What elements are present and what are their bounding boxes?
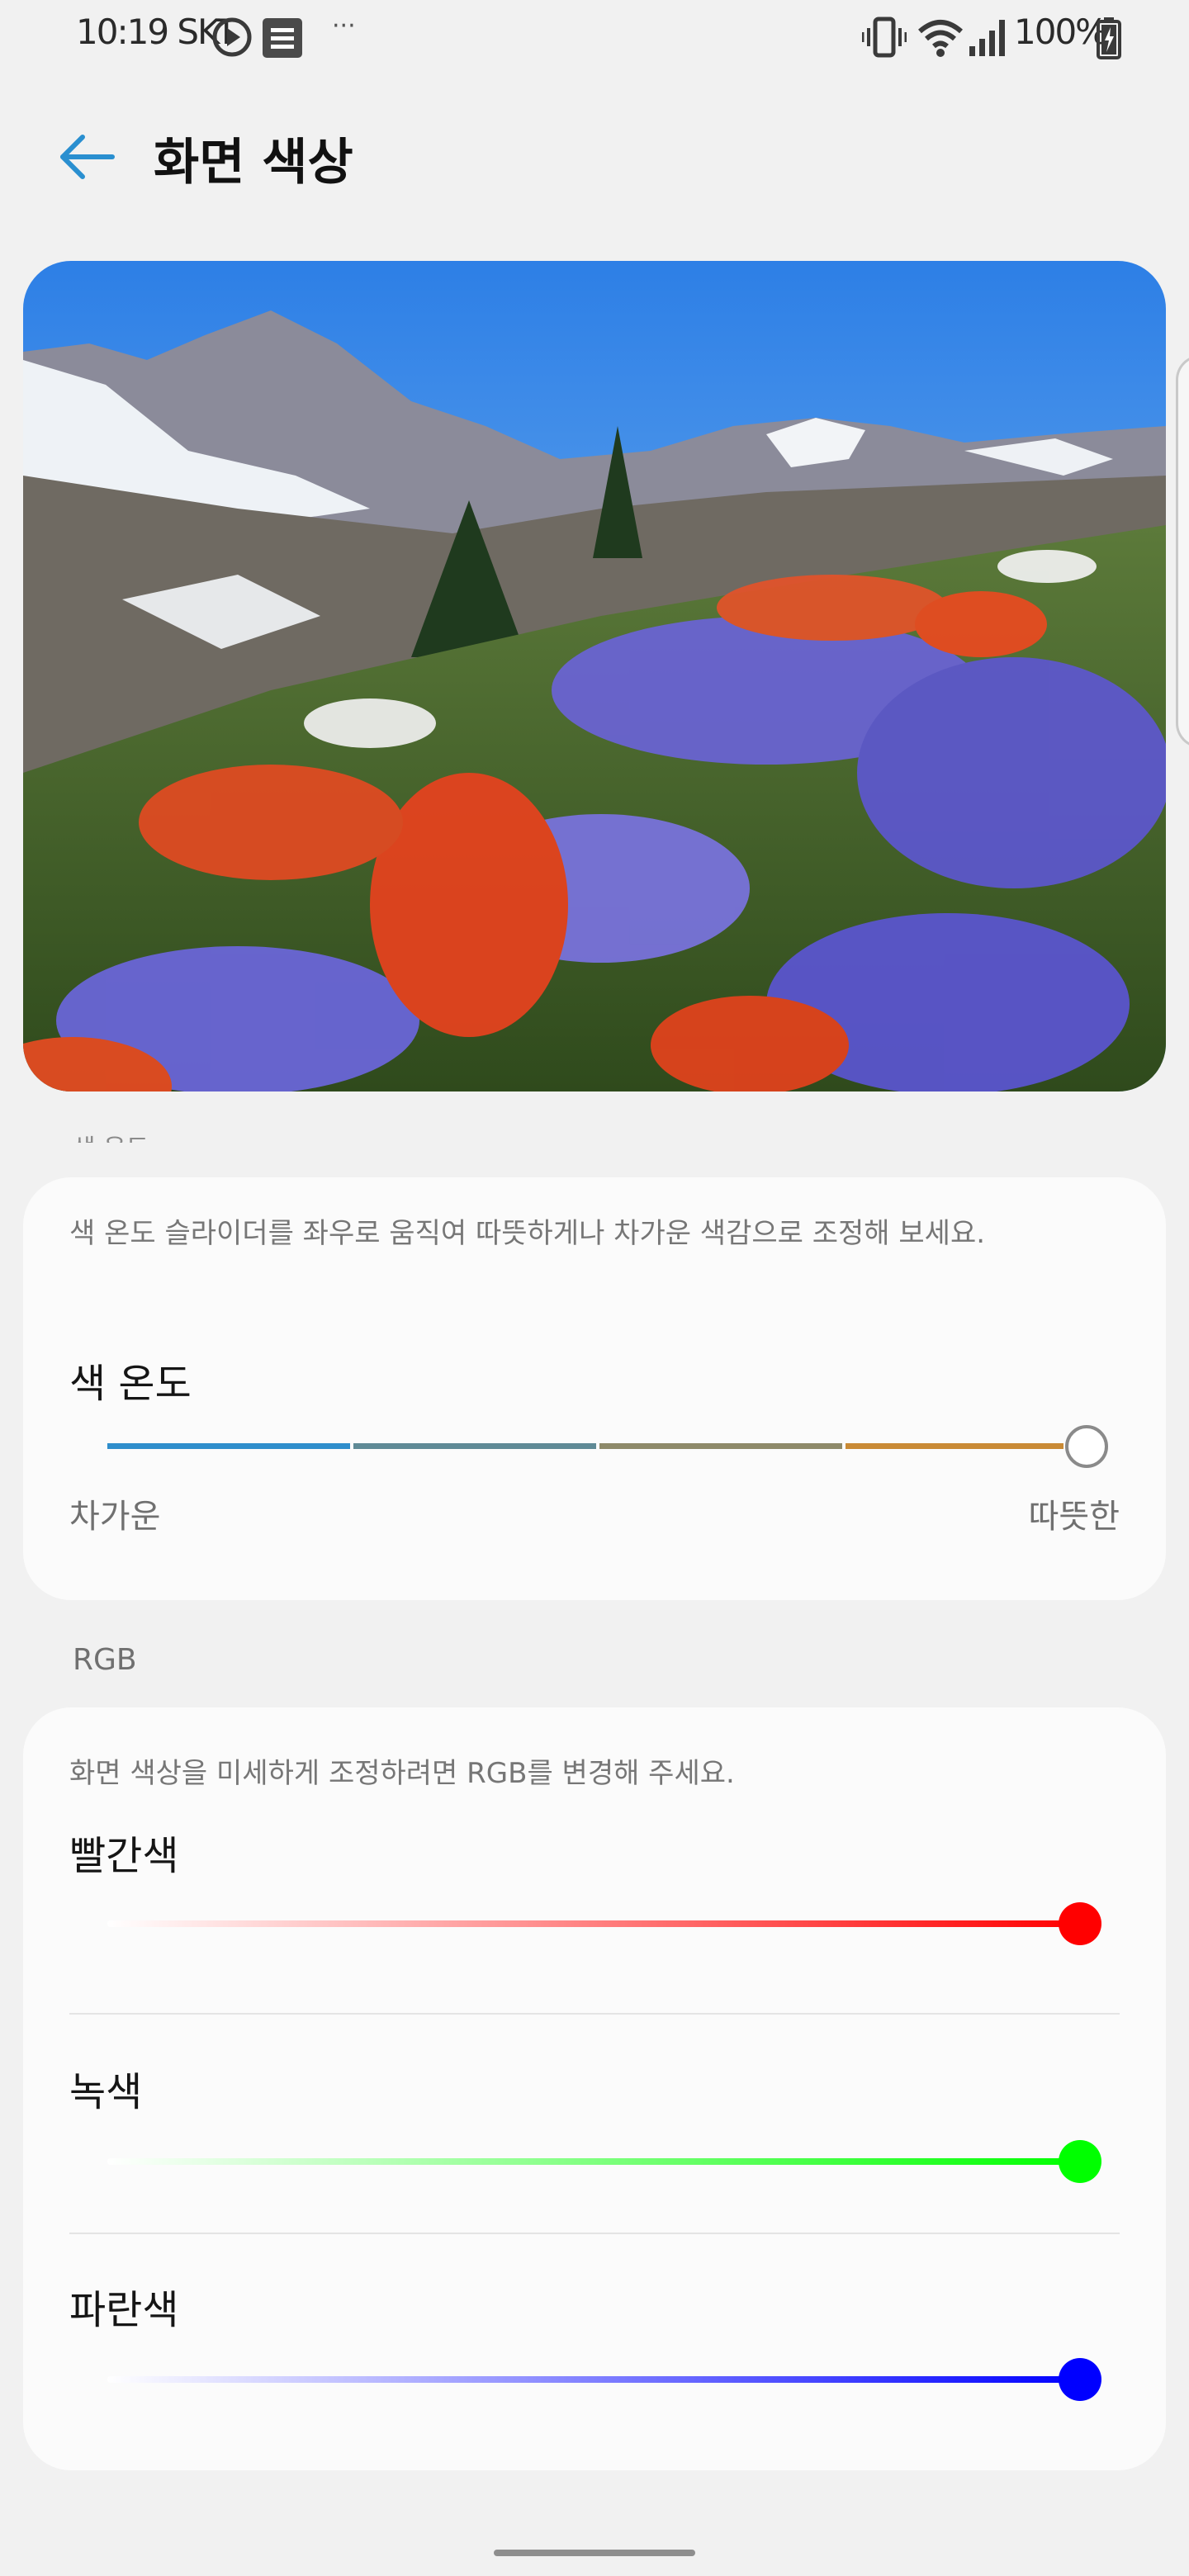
temperature-segment (353, 1443, 596, 1449)
section-label-temperature: 색 온도 (73, 1125, 149, 1143)
blue-slider-label: 파란색 (69, 2287, 179, 2333)
rgb-description: 화면 색상을 미세하게 조정하려면 RGB를 변경해 주세요. (69, 1757, 735, 1790)
battery-icon (1097, 17, 1121, 59)
preview-image (23, 261, 1166, 1091)
blue-slider-track[interactable] (107, 2376, 1080, 2383)
wifi-icon (918, 20, 963, 57)
temperature-segment (599, 1443, 842, 1449)
rgb-card: 화면 색상을 미세하게 조정하려면 RGB를 변경해 주세요. 빨간색 녹색 파… (23, 1707, 1166, 2470)
red-slider-label: 빨간색 (69, 1833, 179, 1879)
temperature-slider-thumb[interactable] (1065, 1425, 1108, 1468)
temperature-segment (107, 1443, 350, 1449)
rgb-section-label: RGB (73, 1643, 137, 1677)
green-slider-track[interactable] (107, 2158, 1080, 2165)
vibrate-icon (862, 17, 907, 58)
scroll-handle[interactable] (1176, 355, 1189, 748)
red-slider-thumb[interactable] (1059, 1902, 1101, 1945)
page-title: 화면 색상 (154, 134, 353, 192)
back-button[interactable] (54, 124, 121, 190)
home-indicator[interactable] (494, 2550, 695, 2556)
signal-icon (969, 20, 1005, 56)
status-bar: 10:19 SKT ··· 100% (0, 0, 1189, 76)
temperature-slider-label: 색 온도 (69, 1361, 192, 1407)
color-temperature-card: 색 온도 슬라이더를 좌우로 움직여 따뜻하게나 차가운 색감으로 조정해 보세… (23, 1177, 1166, 1600)
temperature-description: 색 온도 슬라이더를 좌우로 움직여 따뜻하게나 차가운 색감으로 조정해 보세… (69, 1217, 986, 1250)
warm-label: 따뜻한 (1028, 1498, 1120, 1536)
back-arrow-icon (60, 135, 115, 179)
divider (69, 2013, 1120, 2015)
cool-label: 차가운 (69, 1498, 161, 1536)
divider (69, 2233, 1120, 2234)
green-slider-label: 녹색 (69, 2069, 143, 2115)
temperature-segment (846, 1443, 1063, 1449)
notification-icon (263, 18, 302, 58)
battery-percent: 100% (1014, 12, 1108, 52)
green-slider-thumb[interactable] (1059, 2140, 1101, 2183)
play-icon (212, 17, 252, 57)
blue-slider-thumb[interactable] (1059, 2358, 1101, 2401)
red-slider-track[interactable] (107, 1920, 1080, 1927)
more-notifications-indicator: ··· (332, 12, 356, 40)
